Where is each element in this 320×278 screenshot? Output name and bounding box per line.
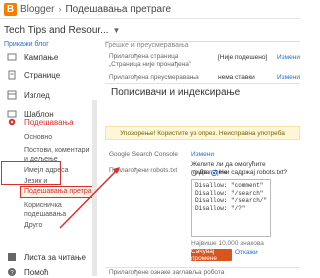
annotation-arrow-icon	[59, 167, 120, 229]
